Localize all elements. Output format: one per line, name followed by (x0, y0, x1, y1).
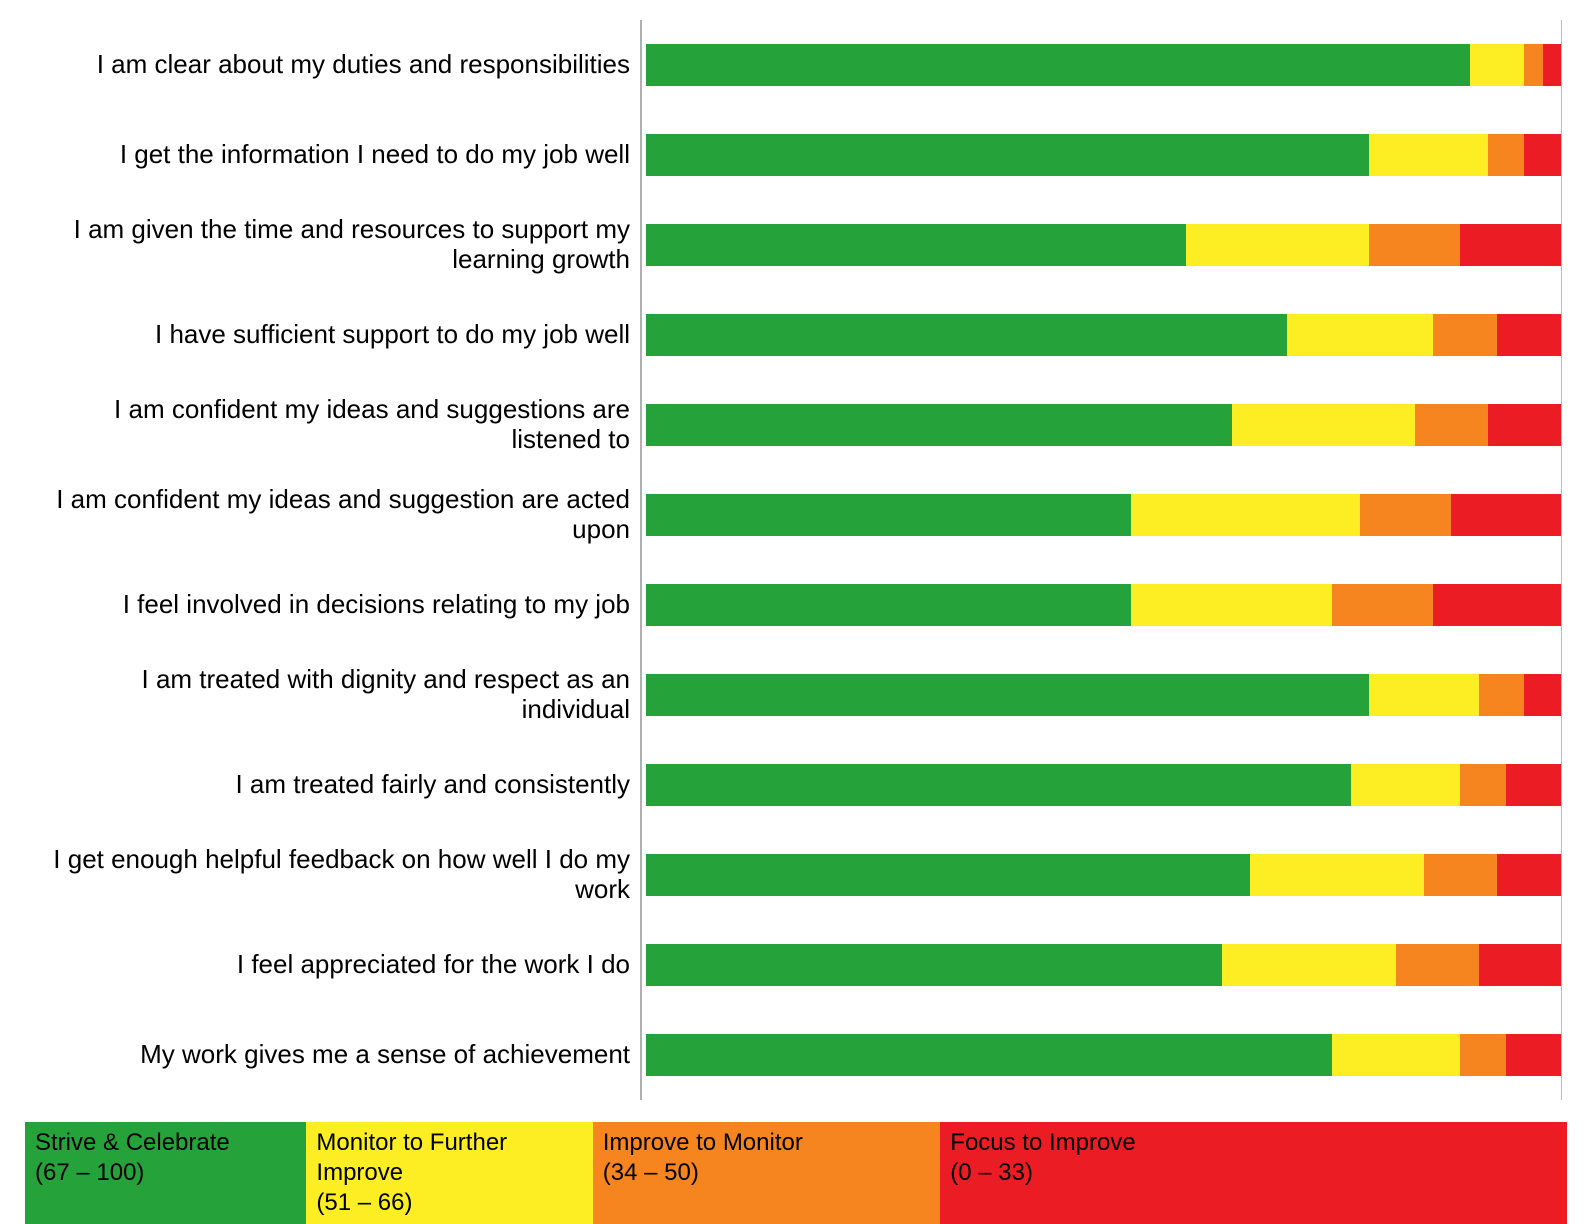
bar-row (646, 110, 1561, 200)
bar-seg-monitor (1369, 674, 1479, 716)
category-label: I have sufficient support to do my job w… (50, 290, 640, 380)
bar-seg-improve (1396, 944, 1478, 986)
bar-seg-improve (1460, 764, 1506, 806)
category-label: I feel appreciated for the work I do (50, 920, 640, 1010)
bar-row (646, 740, 1561, 830)
bar-seg-focus (1451, 494, 1561, 536)
bar-seg-focus (1524, 674, 1561, 716)
category-label: I am treated with dignity and respect as… (50, 650, 640, 740)
legend-item-monitor: Monitor to Further Improve (51 – 66) (306, 1122, 592, 1224)
category-label: I am confident my ideas and suggestion a… (50, 470, 640, 560)
bar-seg-monitor (1222, 944, 1396, 986)
bar-row (646, 290, 1561, 380)
bar-seg-focus (1497, 854, 1561, 896)
bar-seg-strive (646, 494, 1131, 536)
category-label: I am given the time and resources to sup… (50, 200, 640, 290)
legend-title: Improve to Monitor (603, 1128, 933, 1158)
bar-seg-strive (646, 314, 1287, 356)
bars-column (640, 20, 1562, 1100)
bar-seg-focus (1506, 1034, 1561, 1076)
bar-seg-focus (1543, 44, 1561, 86)
bar-seg-monitor (1332, 1034, 1460, 1076)
bar-seg-strive (646, 854, 1250, 896)
legend-item-improve: Improve to Monitor (34 – 50) (593, 1122, 941, 1224)
bar-row (646, 470, 1561, 560)
bar-seg-monitor (1287, 314, 1433, 356)
bar-seg-monitor (1250, 854, 1424, 896)
chart-page: I am clear about my duties and responsib… (0, 0, 1592, 1218)
bar-seg-improve (1415, 404, 1488, 446)
category-label: I am treated fairly and consistently (50, 740, 640, 830)
category-label: I get enough helpful feedback on how wel… (50, 830, 640, 920)
bar-seg-monitor (1470, 44, 1525, 86)
bar-seg-focus (1506, 764, 1561, 806)
bar-seg-improve (1424, 854, 1497, 896)
bar-row (646, 650, 1561, 740)
category-label: I am confident my ideas and suggestions … (50, 380, 640, 470)
bar-seg-improve (1460, 1034, 1506, 1076)
bar-seg-improve (1369, 224, 1461, 266)
legend-range: (67 – 100) (35, 1158, 298, 1188)
bar-seg-focus (1479, 944, 1561, 986)
bar-seg-improve (1360, 494, 1452, 536)
bar-seg-improve (1479, 674, 1525, 716)
y-axis-labels: I am clear about my duties and responsib… (50, 20, 640, 1100)
legend-title: Focus to Improve (950, 1128, 1559, 1158)
bar-row (646, 560, 1561, 650)
bar-seg-strive (646, 764, 1351, 806)
bar-seg-strive (646, 134, 1369, 176)
bar-seg-monitor (1131, 584, 1332, 626)
chart-area: I am clear about my duties and responsib… (50, 20, 1562, 1100)
legend-title: Monitor to Further Improve (316, 1128, 584, 1188)
bar-seg-improve (1332, 584, 1433, 626)
bar-seg-strive (646, 404, 1232, 446)
bar-row (646, 200, 1561, 290)
bar-seg-monitor (1186, 224, 1369, 266)
bar-seg-strive (646, 44, 1470, 86)
bar-seg-strive (646, 584, 1131, 626)
bar-row (646, 920, 1561, 1010)
bar-seg-monitor (1369, 134, 1488, 176)
bar-seg-focus (1524, 134, 1561, 176)
bar-seg-improve (1433, 314, 1497, 356)
category-label: I feel involved in decisions relating to… (50, 560, 640, 650)
bar-seg-improve (1488, 134, 1525, 176)
bar-row (646, 830, 1561, 920)
bar-seg-improve (1524, 44, 1542, 86)
bar-row (646, 1010, 1561, 1100)
bar-seg-strive (646, 224, 1186, 266)
category-label: My work gives me a sense of achievement (50, 1010, 640, 1100)
bar-row (646, 20, 1561, 110)
bar-seg-strive (646, 944, 1222, 986)
bar-seg-strive (646, 1034, 1332, 1076)
bar-row (646, 380, 1561, 470)
bar-seg-monitor (1131, 494, 1360, 536)
category-label: I am clear about my duties and responsib… (50, 20, 640, 110)
legend: Strive & Celebrate (67 – 100) Monitor to… (25, 1122, 1567, 1224)
bar-seg-strive (646, 674, 1369, 716)
category-label: I get the information I need to do my jo… (50, 110, 640, 200)
bar-seg-focus (1488, 404, 1561, 446)
bar-seg-focus (1460, 224, 1561, 266)
legend-range: (0 – 33) (950, 1158, 1559, 1188)
bar-seg-monitor (1232, 404, 1415, 446)
legend-range: (51 – 66) (316, 1188, 584, 1218)
bar-seg-focus (1497, 314, 1561, 356)
legend-item-focus: Focus to Improve (0 – 33) (940, 1122, 1567, 1224)
bar-seg-monitor (1351, 764, 1461, 806)
legend-range: (34 – 50) (603, 1158, 933, 1188)
legend-item-strive: Strive & Celebrate (67 – 100) (25, 1122, 306, 1224)
legend-title: Strive & Celebrate (35, 1128, 298, 1158)
bar-seg-focus (1433, 584, 1561, 626)
